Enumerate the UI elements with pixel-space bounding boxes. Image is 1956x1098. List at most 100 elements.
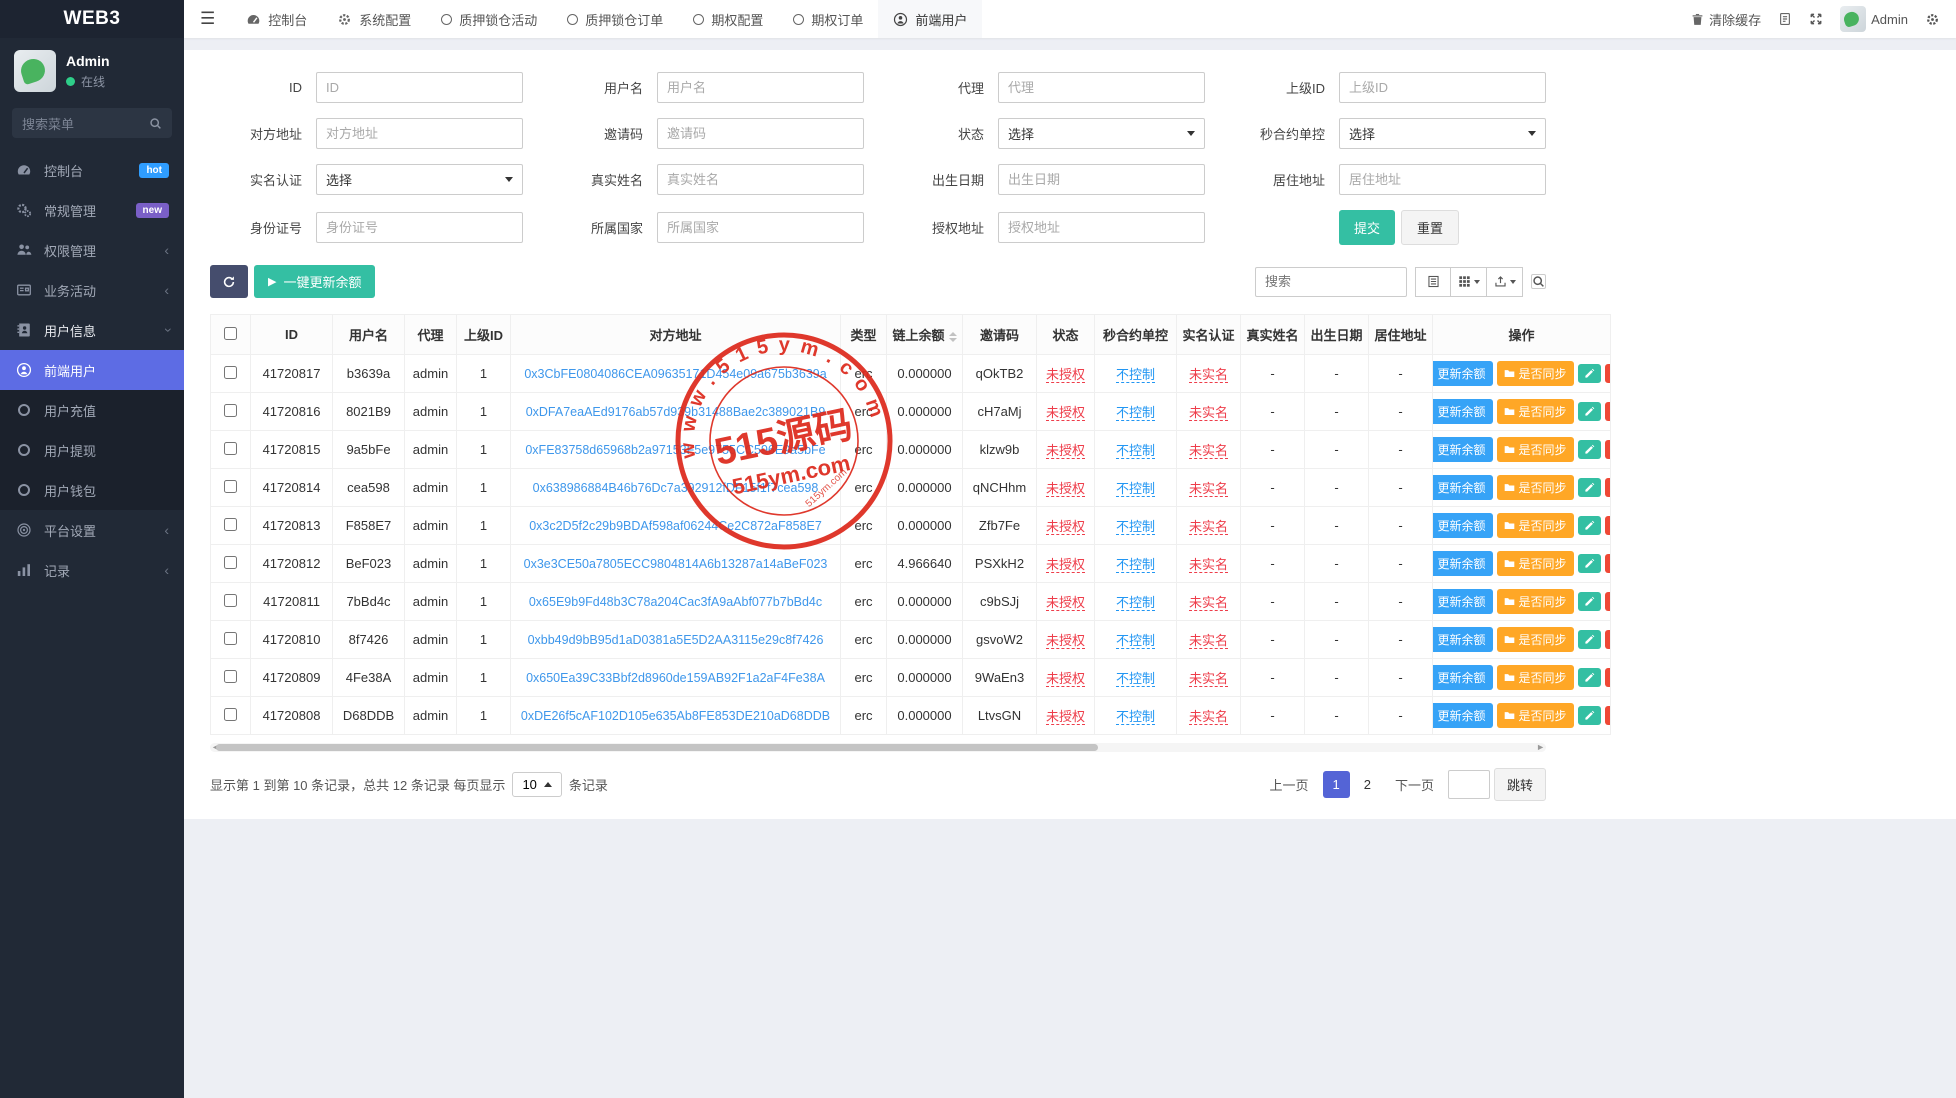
- update-balance-button[interactable]: 更新余额: [1433, 437, 1493, 462]
- contract-control-editable[interactable]: 不控制: [1116, 443, 1155, 459]
- update-balance-button[interactable]: 更新余额: [1433, 703, 1493, 728]
- submit-button[interactable]: 提交: [1339, 210, 1395, 245]
- col-kyc[interactable]: 实名认证: [1177, 315, 1241, 355]
- row-checkbox[interactable]: [224, 594, 237, 607]
- delete-button[interactable]: [1605, 364, 1611, 383]
- list-view-button[interactable]: [1415, 267, 1451, 297]
- address-link[interactable]: 0xDE26f5cAF102D105e635Ab8FE853DE210aD68D…: [521, 709, 830, 723]
- horizontal-scrollbar[interactable]: ◄ ►: [210, 743, 1546, 752]
- sync-toggle-button[interactable]: 是否同步: [1497, 627, 1574, 652]
- sync-toggle-button[interactable]: 是否同步: [1497, 703, 1574, 728]
- sync-toggle-button[interactable]: 是否同步: [1497, 665, 1574, 690]
- row-checkbox[interactable]: [224, 708, 237, 721]
- delete-button[interactable]: [1605, 440, 1611, 459]
- id-field[interactable]: [316, 72, 523, 103]
- kyc-editable[interactable]: 未实名: [1189, 671, 1228, 687]
- avatar[interactable]: [14, 50, 56, 92]
- sync-toggle-button[interactable]: 是否同步: [1497, 475, 1574, 500]
- update-balance-button[interactable]: 更新余额: [1433, 361, 1493, 386]
- invite-code-field[interactable]: [657, 118, 864, 149]
- status-editable[interactable]: 未授权: [1046, 595, 1085, 611]
- address-field[interactable]: [316, 118, 523, 149]
- kyc-editable[interactable]: 未实名: [1189, 405, 1228, 421]
- contract-control-editable[interactable]: 不控制: [1116, 405, 1155, 421]
- clear-cache-button[interactable]: 清除缓存: [1691, 10, 1761, 29]
- sidebar-item-platform-settings[interactable]: 平台设置 ‹: [0, 510, 184, 550]
- status-select[interactable]: 选择: [998, 118, 1205, 149]
- edit-button[interactable]: [1578, 516, 1601, 535]
- address-link[interactable]: 0x3CbFE0804086CEA09635171D454e09a675b363…: [524, 367, 826, 381]
- row-checkbox[interactable]: [224, 556, 237, 569]
- page-size-dropdown[interactable]: 10: [512, 772, 561, 797]
- col-invite[interactable]: 邀请码: [963, 315, 1037, 355]
- address-link[interactable]: 0x638986884B46b76Dc7a392912fDF15f1f7cea5…: [533, 481, 819, 495]
- update-balance-button[interactable]: 更新余额: [1433, 475, 1493, 500]
- kyc-editable[interactable]: 未实名: [1189, 595, 1228, 611]
- address-link[interactable]: 0xFE83758d65968b2a97153F5e9755CC596E9a5b…: [525, 443, 825, 457]
- sync-toggle-button[interactable]: 是否同步: [1497, 513, 1574, 538]
- row-checkbox[interactable]: [224, 632, 237, 645]
- reset-button[interactable]: 重置: [1401, 210, 1459, 245]
- contract-control-editable[interactable]: 不控制: [1116, 481, 1155, 497]
- nav-tab-frontend-users[interactable]: 前端用户: [878, 0, 982, 38]
- row-checkbox[interactable]: [224, 366, 237, 379]
- contract-control-editable[interactable]: 不控制: [1116, 633, 1155, 649]
- sidebar-item-user-wallet[interactable]: 用户钱包: [0, 470, 184, 510]
- contract-control-editable[interactable]: 不控制: [1116, 519, 1155, 535]
- table-search-input[interactable]: [1255, 267, 1407, 297]
- sidebar-item-records[interactable]: 记录 ‹: [0, 550, 184, 590]
- sidebar-item-dashboard[interactable]: 控制台 hot: [0, 150, 184, 190]
- address-link[interactable]: 0xbb49d9bB95d1aD0381a5E5D2AA3115e29c8f74…: [528, 633, 824, 647]
- address-link[interactable]: 0x3e3CE50a7805ECC9804814A6b13287a14aBeF0…: [524, 557, 828, 571]
- address-link[interactable]: 0xDFA7eaAEd9176ab57d939b31488Bae2c389021…: [526, 405, 826, 419]
- status-editable[interactable]: 未授权: [1046, 633, 1085, 649]
- edit-button[interactable]: [1578, 402, 1601, 421]
- delete-button[interactable]: [1605, 516, 1611, 535]
- sidebar-item-permissions[interactable]: 权限管理 ‹: [0, 230, 184, 270]
- kyc-editable[interactable]: 未实名: [1189, 557, 1228, 573]
- edit-button[interactable]: [1578, 440, 1601, 459]
- update-balance-button[interactable]: 更新余额: [1433, 399, 1493, 424]
- select-all-checkbox[interactable]: [224, 327, 237, 340]
- edit-button[interactable]: [1578, 554, 1601, 573]
- columns-toggle-button[interactable]: [1451, 267, 1487, 297]
- col-residence[interactable]: 居住地址: [1369, 315, 1433, 355]
- country-field[interactable]: [657, 212, 864, 243]
- row-checkbox[interactable]: [224, 480, 237, 493]
- col-real-name[interactable]: 真实姓名: [1241, 315, 1305, 355]
- row-checkbox[interactable]: [224, 442, 237, 455]
- settings-gear-icon[interactable]: [1925, 12, 1940, 27]
- col-agent[interactable]: 代理: [405, 315, 457, 355]
- update-balance-button[interactable]: 更新余额: [1433, 589, 1493, 614]
- edit-button[interactable]: [1578, 364, 1601, 383]
- sync-toggle-button[interactable]: 是否同步: [1497, 589, 1574, 614]
- kyc-select[interactable]: 选择: [316, 164, 523, 195]
- status-editable[interactable]: 未授权: [1046, 443, 1085, 459]
- nav-tab-options-orders[interactable]: 期权订单: [778, 0, 878, 38]
- col-parent-id[interactable]: 上级ID: [457, 315, 511, 355]
- auth-address-field[interactable]: [998, 212, 1205, 243]
- nav-tab-options-config[interactable]: 期权配置: [678, 0, 778, 38]
- contract-control-editable[interactable]: 不控制: [1116, 709, 1155, 725]
- contract-control-editable[interactable]: 不控制: [1116, 595, 1155, 611]
- sync-toggle-button[interactable]: 是否同步: [1497, 361, 1574, 386]
- sync-toggle-button[interactable]: 是否同步: [1497, 437, 1574, 462]
- refresh-button[interactable]: [210, 265, 248, 298]
- row-checkbox[interactable]: [224, 670, 237, 683]
- username-field[interactable]: [657, 72, 864, 103]
- col-status[interactable]: 状态: [1037, 315, 1095, 355]
- kyc-editable[interactable]: 未实名: [1189, 481, 1228, 497]
- update-all-balances-button[interactable]: ▶ 一键更新余额: [254, 265, 375, 298]
- kyc-editable[interactable]: 未实名: [1189, 709, 1228, 725]
- row-checkbox[interactable]: [224, 518, 237, 531]
- sidebar-search-input[interactable]: 搜索菜单: [12, 108, 172, 138]
- contract-control-editable[interactable]: 不控制: [1116, 557, 1155, 573]
- sync-toggle-button[interactable]: 是否同步: [1497, 399, 1574, 424]
- col-balance[interactable]: 链上余额: [887, 315, 963, 355]
- address-link[interactable]: 0x650Ea39C33Bbf2d8960de159AB92F1a2aF4Fe3…: [526, 671, 825, 685]
- delete-button[interactable]: [1605, 554, 1611, 573]
- col-birthday[interactable]: 出生日期: [1305, 315, 1369, 355]
- document-icon[interactable]: [1778, 12, 1792, 26]
- delete-button[interactable]: [1605, 630, 1611, 649]
- delete-button[interactable]: [1605, 478, 1611, 497]
